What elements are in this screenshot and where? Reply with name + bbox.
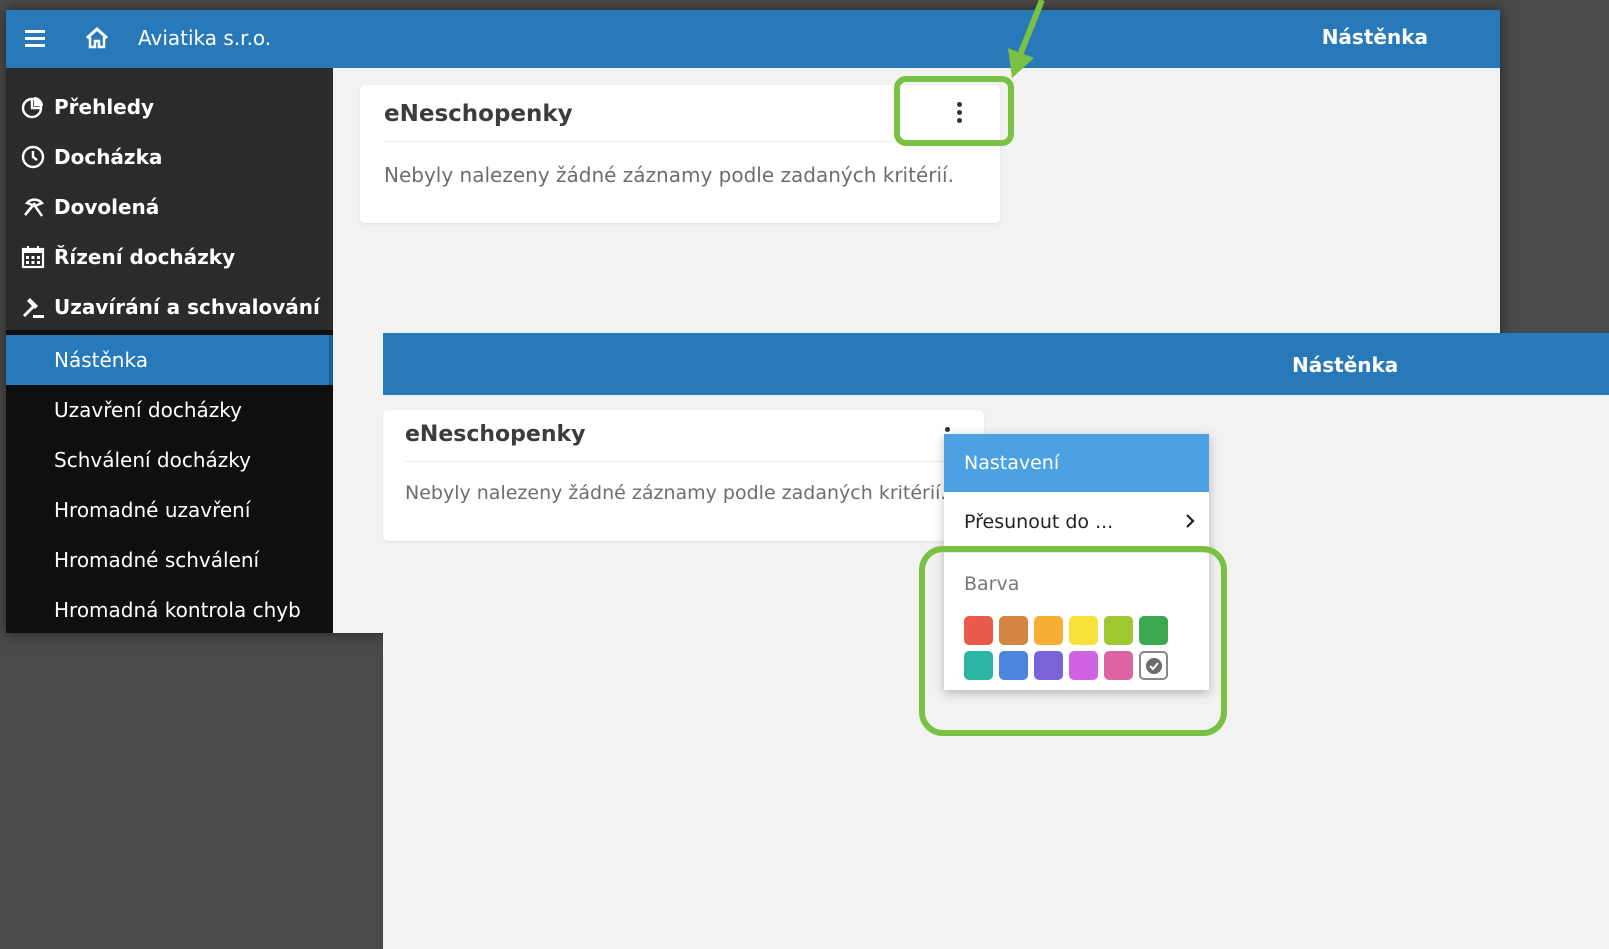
- company-name[interactable]: Aviatika s.r.o.: [138, 26, 271, 50]
- sub-nav: Nástěnka Uzavření docházky Schválení doc…: [6, 330, 333, 635]
- hamburger-menu-icon[interactable]: [24, 27, 46, 49]
- highlight-box-kebab: [894, 76, 1014, 146]
- empty-message: Nebyly nalezeny žádné záznamy podle zada…: [384, 163, 954, 187]
- menu-item-label: Přesunout do ...: [964, 511, 1114, 533]
- sidebar-subitem-hromadna-kontrola-chyb[interactable]: Hromadná kontrola chyb: [6, 585, 333, 635]
- sidebar-item-label: Přehledy: [54, 95, 155, 119]
- chevron-right-icon: [1186, 514, 1195, 528]
- menu-item-settings[interactable]: Nastavení: [944, 434, 1209, 492]
- menu-item-move-to[interactable]: Přesunout do ...: [944, 492, 1209, 552]
- sidebar-subitem-hromadne-uzavreni[interactable]: Hromadné uzavření: [6, 485, 333, 535]
- sidebar-item-label: Uzavírání a schvalování: [54, 295, 320, 319]
- main-nav: Přehledy Docházka Dovolená Řízení docház…: [6, 68, 333, 330]
- sidebar: Přehledy Docházka Dovolená Řízení docház…: [6, 68, 333, 633]
- clock-icon: [20, 144, 46, 170]
- umbrella-icon: [20, 194, 46, 220]
- page-title: Nástěnka: [1292, 353, 1399, 377]
- sidebar-item-uzavirani-a-schvalovani[interactable]: Uzavírání a schvalování: [6, 282, 333, 332]
- sidebar-item-rizeni-dochazky[interactable]: Řízení docházky: [6, 232, 333, 282]
- card-title: eNeschopenky: [384, 101, 573, 127]
- sidebar-subitem-schvaleni-dochazky[interactable]: Schválení docházky: [6, 435, 333, 485]
- divider: [405, 461, 962, 462]
- pie-chart-icon: [20, 94, 46, 120]
- sidebar-item-label: Řízení docházky: [54, 245, 236, 269]
- sidebar-subitem-hromadne-schvaleni[interactable]: Hromadné schválení: [6, 535, 333, 585]
- sidebar-item-dochazka[interactable]: Docházka: [6, 132, 333, 182]
- top-bar: Nástěnka: [383, 333, 1609, 395]
- divider: [384, 141, 976, 142]
- card-title: eNeschopenky: [405, 422, 586, 447]
- sidebar-item-label: Dovolená: [54, 195, 160, 219]
- empty-message: Nebyly nalezeny žádné záznamy podle zada…: [405, 482, 947, 504]
- sidebar-subitem-uzavreni-dochazky[interactable]: Uzavření docházky: [6, 385, 333, 435]
- top-bar: Aviatika s.r.o. Nástěnka: [6, 10, 1500, 68]
- sidebar-item-prehledy[interactable]: Přehledy: [6, 82, 333, 132]
- sidebar-subitem-nastenka[interactable]: Nástěnka: [6, 335, 333, 385]
- home-icon[interactable]: [84, 25, 110, 51]
- calendar-icon: [20, 244, 46, 270]
- sidebar-item-dovolena[interactable]: Dovolená: [6, 182, 333, 232]
- highlight-box-color: [919, 546, 1227, 736]
- arrow-annotation-icon: [1008, 0, 1045, 78]
- widget-card: eNeschopenky Nebyly nalezeny žádné zázna…: [383, 410, 984, 541]
- sidebar-item-label: Docházka: [54, 145, 163, 169]
- page-title: Nástěnka: [1321, 25, 1428, 49]
- gavel-icon: [20, 294, 46, 320]
